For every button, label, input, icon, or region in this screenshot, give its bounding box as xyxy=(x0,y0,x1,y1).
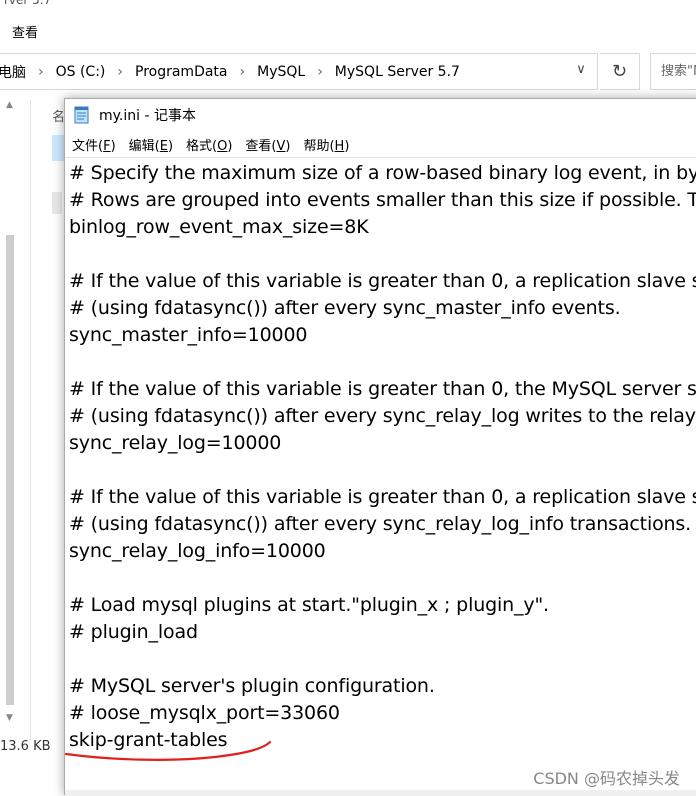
editor-line: # (using fdatasync()) after every sync_r… xyxy=(69,405,696,427)
address-bar[interactable]: 电脑 › OS (C:) › ProgramData › MySQL › MyS… xyxy=(0,53,598,90)
scroll-down-icon[interactable]: ▼ xyxy=(6,713,13,723)
breadcrumb-this-pc[interactable]: 电脑 xyxy=(0,62,26,82)
notepad-titlebar[interactable]: my.ini - 记事本 xyxy=(65,99,696,131)
file-icon[interactable] xyxy=(52,192,62,214)
editor-line-skip-grant-tables: skip-grant-tables xyxy=(69,729,228,751)
editor-line: sync_relay_log_info=10000 xyxy=(69,540,326,562)
breadcrumb-programdata[interactable]: ProgramData xyxy=(135,64,228,80)
refresh-icon: ↻ xyxy=(611,61,628,82)
file-size-text: 13.6 KB xyxy=(0,739,51,754)
text-editor-area[interactable]: # Specify the maximum size of a row-base… xyxy=(65,157,696,796)
notepad-icon xyxy=(73,105,91,125)
notepad-window[interactable]: my.ini - 记事本 文件(F) 编辑(E) 格式(O) 查看(V) 帮助(… xyxy=(64,98,696,796)
editor-line: binlog_row_event_max_size=8K xyxy=(69,216,369,238)
editor-line: sync_master_info=10000 xyxy=(69,324,308,346)
editor-line: # plugin_load xyxy=(69,621,198,643)
menu-format[interactable]: 格式(O) xyxy=(186,135,232,154)
explorer-title: rver 5.7 xyxy=(4,0,52,7)
breadcrumb-mysql-server[interactable]: MySQL Server 5.7 xyxy=(335,64,460,80)
nav-scrollbar-thumb[interactable] xyxy=(6,235,14,705)
breadcrumb-mysql[interactable]: MySQL xyxy=(257,64,305,80)
editor-line: # If the value of this variable is great… xyxy=(69,270,696,292)
horizontal-scrollbar[interactable] xyxy=(65,790,696,796)
chevron-right-icon[interactable]: › xyxy=(317,64,323,80)
editor-line: # (using fdatasync()) after every sync_m… xyxy=(69,297,621,319)
editor-line: # (using fdatasync()) after every sync_r… xyxy=(69,513,692,535)
refresh-button[interactable]: ↻ xyxy=(600,53,640,90)
selected-file-row[interactable] xyxy=(52,135,64,161)
menu-bar: 文件(F) 编辑(E) 格式(O) 查看(V) 帮助(H) xyxy=(65,133,696,155)
editor-line: # If the value of this variable is great… xyxy=(69,378,696,400)
chevron-right-icon[interactable]: › xyxy=(38,64,44,80)
editor-line: sync_relay_log=10000 xyxy=(69,432,282,454)
ribbon-tab-view[interactable]: 查看 xyxy=(12,22,38,41)
breadcrumb-os-c[interactable]: OS (C:) xyxy=(56,64,106,80)
watermark-text: CSDN @码农掉头发 xyxy=(533,769,680,788)
editor-line: # If the value of this variable is great… xyxy=(69,486,696,508)
scroll-up-icon[interactable]: ▲ xyxy=(6,100,13,110)
chevron-right-icon[interactable]: › xyxy=(240,64,246,80)
editor-line: # Specify the maximum size of a row-base… xyxy=(69,162,696,184)
editor-line: # loose_mysqlx_port=33060 xyxy=(69,702,340,724)
menu-file[interactable]: 文件(F) xyxy=(72,135,116,154)
chevron-right-icon[interactable]: › xyxy=(117,64,123,80)
editor-line: # Load mysql plugins at start."plugin_x … xyxy=(69,594,549,616)
navigation-pane[interactable] xyxy=(0,100,31,740)
menu-edit[interactable]: 编辑(E) xyxy=(129,135,173,154)
search-input[interactable]: 搜索"M xyxy=(650,53,696,90)
window-title: my.ini - 记事本 xyxy=(99,108,196,124)
editor-line: # MySQL server's plugin configuration. xyxy=(69,675,435,697)
editor-line: # Rows are grouped into events smaller t… xyxy=(69,189,696,211)
menu-help[interactable]: 帮助(H) xyxy=(303,135,349,154)
chevron-down-icon[interactable]: ∨ xyxy=(572,61,590,79)
menu-view[interactable]: 查看(V) xyxy=(245,135,290,154)
